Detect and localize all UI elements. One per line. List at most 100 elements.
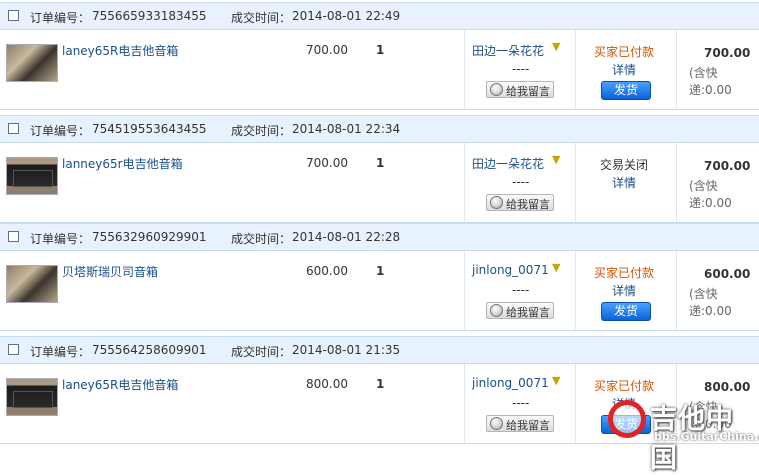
order-number-label: 订单编号： [30, 124, 91, 138]
product-link[interactable]: lanney65r电吉他音箱 [62, 155, 183, 172]
column-divider [575, 364, 576, 443]
order-row: laney65R电吉他音箱 800.00 1 jinlong_0071 ▼ --… [0, 364, 759, 444]
order-number-label: 订单编号： [30, 232, 91, 246]
deal-time-label: 成交时间： [231, 11, 292, 25]
order-header: 订单编号： 755665933183455 成交时间： 2014-08-01 2… [0, 2, 759, 30]
order-number-label: 订单编号： [30, 345, 91, 359]
product-link[interactable]: 贝塔斯瑞贝司音箱 [62, 263, 158, 280]
order-status: 交易关闭 [600, 158, 649, 172]
ship-button[interactable]: 发货 [601, 415, 651, 434]
unit-price: 700.00 [306, 43, 348, 57]
product-link[interactable]: laney65R电吉他音箱 [62, 376, 178, 393]
total-amount: 600.00 [704, 267, 751, 281]
deal-time-label: 成交时间： [231, 232, 292, 246]
column-divider [676, 364, 677, 443]
deal-time: 2014-08-01 22:34 [292, 122, 401, 136]
order-number: 755665933183455 [92, 9, 207, 23]
chat-bubble-icon [490, 417, 503, 430]
order-header: 订单编号： 754519553643455 成交时间： 2014-08-01 2… [0, 115, 759, 143]
chat-bubble-icon [490, 196, 503, 209]
order-status: 买家已付款 [594, 45, 655, 59]
unit-price: 800.00 [306, 377, 348, 391]
chat-bubble-icon [490, 304, 503, 317]
column-divider [464, 251, 465, 330]
leave-message-label: 给我留言 [506, 198, 550, 211]
column-divider [575, 251, 576, 330]
leave-message-button[interactable]: 给我留言 [486, 415, 554, 432]
total-amount: 700.00 [704, 159, 751, 173]
ship-button[interactable]: 发货 [601, 81, 651, 100]
order-number-label: 订单编号： [30, 11, 91, 25]
shipping-fee: (含快递:0.00 [689, 400, 732, 431]
flag-icon[interactable]: ▼ [552, 40, 560, 53]
quantity: 1 [376, 43, 385, 57]
leave-message-button[interactable]: 给我留言 [486, 81, 554, 98]
order-row: laney65R电吉他音箱 700.00 1 田边一朵花花 ▼ ---- 给我留… [0, 30, 759, 110]
leave-message-button[interactable]: 给我留言 [486, 194, 554, 211]
dashes: ---- [512, 175, 530, 189]
unit-price: 600.00 [306, 264, 348, 278]
order-block: 订单编号： 755665933183455 成交时间： 2014-08-01 2… [0, 2, 759, 110]
order-header: 订单编号： 755632960929901 成交时间： 2014-08-01 2… [0, 223, 759, 251]
dashes: ---- [512, 396, 530, 410]
dashes: ---- [512, 62, 530, 76]
shipping-fee: (含快递:0.00 [689, 179, 732, 210]
order-checkbox[interactable] [8, 123, 19, 134]
order-number: 754519553643455 [92, 122, 207, 136]
column-divider [464, 30, 465, 109]
product-thumbnail[interactable] [6, 44, 58, 82]
column-divider [676, 30, 677, 109]
order-status: 买家已付款 [594, 379, 655, 393]
product-thumbnail[interactable] [6, 157, 58, 195]
column-divider [575, 30, 576, 109]
product-link[interactable]: laney65R电吉他音箱 [62, 42, 178, 59]
ship-button[interactable]: 发货 [601, 302, 651, 321]
detail-link[interactable]: 详情 [612, 395, 636, 412]
order-number: 755564258609901 [92, 343, 207, 357]
buyer-link[interactable]: jinlong_0071 [472, 376, 549, 390]
column-divider [464, 364, 465, 443]
order-block: 订单编号： 754519553643455 成交时间： 2014-08-01 2… [0, 115, 759, 223]
order-row: lanney65r电吉他音箱 700.00 1 田边一朵花花 ▼ ---- 给我… [0, 143, 759, 223]
quantity: 1 [376, 377, 385, 391]
product-thumbnail[interactable] [6, 378, 58, 416]
order-block: 订单编号： 755632960929901 成交时间： 2014-08-01 2… [0, 223, 759, 331]
flag-icon[interactable]: ▼ [552, 261, 560, 274]
total-amount: 700.00 [704, 46, 751, 60]
order-block: 订单编号： 755564258609901 成交时间： 2014-08-01 2… [0, 336, 759, 444]
deal-time: 2014-08-01 22:28 [292, 230, 401, 244]
detail-link[interactable]: 详情 [612, 174, 636, 191]
leave-message-button[interactable]: 给我留言 [486, 302, 554, 319]
deal-time-label: 成交时间： [231, 124, 292, 138]
column-divider [464, 143, 465, 222]
deal-time: 2014-08-01 21:35 [292, 343, 401, 357]
quantity: 1 [376, 264, 385, 278]
order-number: 755632960929901 [92, 230, 207, 244]
leave-message-label: 给我留言 [506, 306, 550, 319]
detail-link[interactable]: 详情 [612, 282, 636, 299]
flag-icon[interactable]: ▼ [552, 374, 560, 387]
total-amount: 800.00 [704, 380, 751, 394]
shipping-fee: (含快递:0.00 [689, 66, 732, 97]
shipping-fee: (含快递:0.00 [689, 287, 732, 318]
column-divider [575, 143, 576, 222]
buyer-link[interactable]: jinlong_0071 [472, 263, 549, 277]
order-row: 贝塔斯瑞贝司音箱 600.00 1 jinlong_0071 ▼ ---- 给我… [0, 251, 759, 331]
flag-icon[interactable]: ▼ [552, 153, 560, 166]
leave-message-label: 给我留言 [506, 85, 550, 98]
dashes: ---- [512, 283, 530, 297]
buyer-link[interactable]: 田边一朵花花 [472, 42, 544, 59]
quantity: 1 [376, 156, 385, 170]
product-thumbnail[interactable] [6, 265, 58, 303]
leave-message-label: 给我留言 [506, 419, 550, 432]
order-checkbox[interactable] [8, 231, 19, 242]
buyer-link[interactable]: 田边一朵花花 [472, 155, 544, 172]
column-divider [676, 251, 677, 330]
order-checkbox[interactable] [8, 10, 19, 21]
chat-bubble-icon [490, 83, 503, 96]
order-checkbox[interactable] [8, 344, 19, 355]
order-status: 买家已付款 [594, 266, 655, 280]
order-header: 订单编号： 755564258609901 成交时间： 2014-08-01 2… [0, 336, 759, 364]
deal-time: 2014-08-01 22:49 [292, 9, 401, 23]
detail-link[interactable]: 详情 [612, 61, 636, 78]
